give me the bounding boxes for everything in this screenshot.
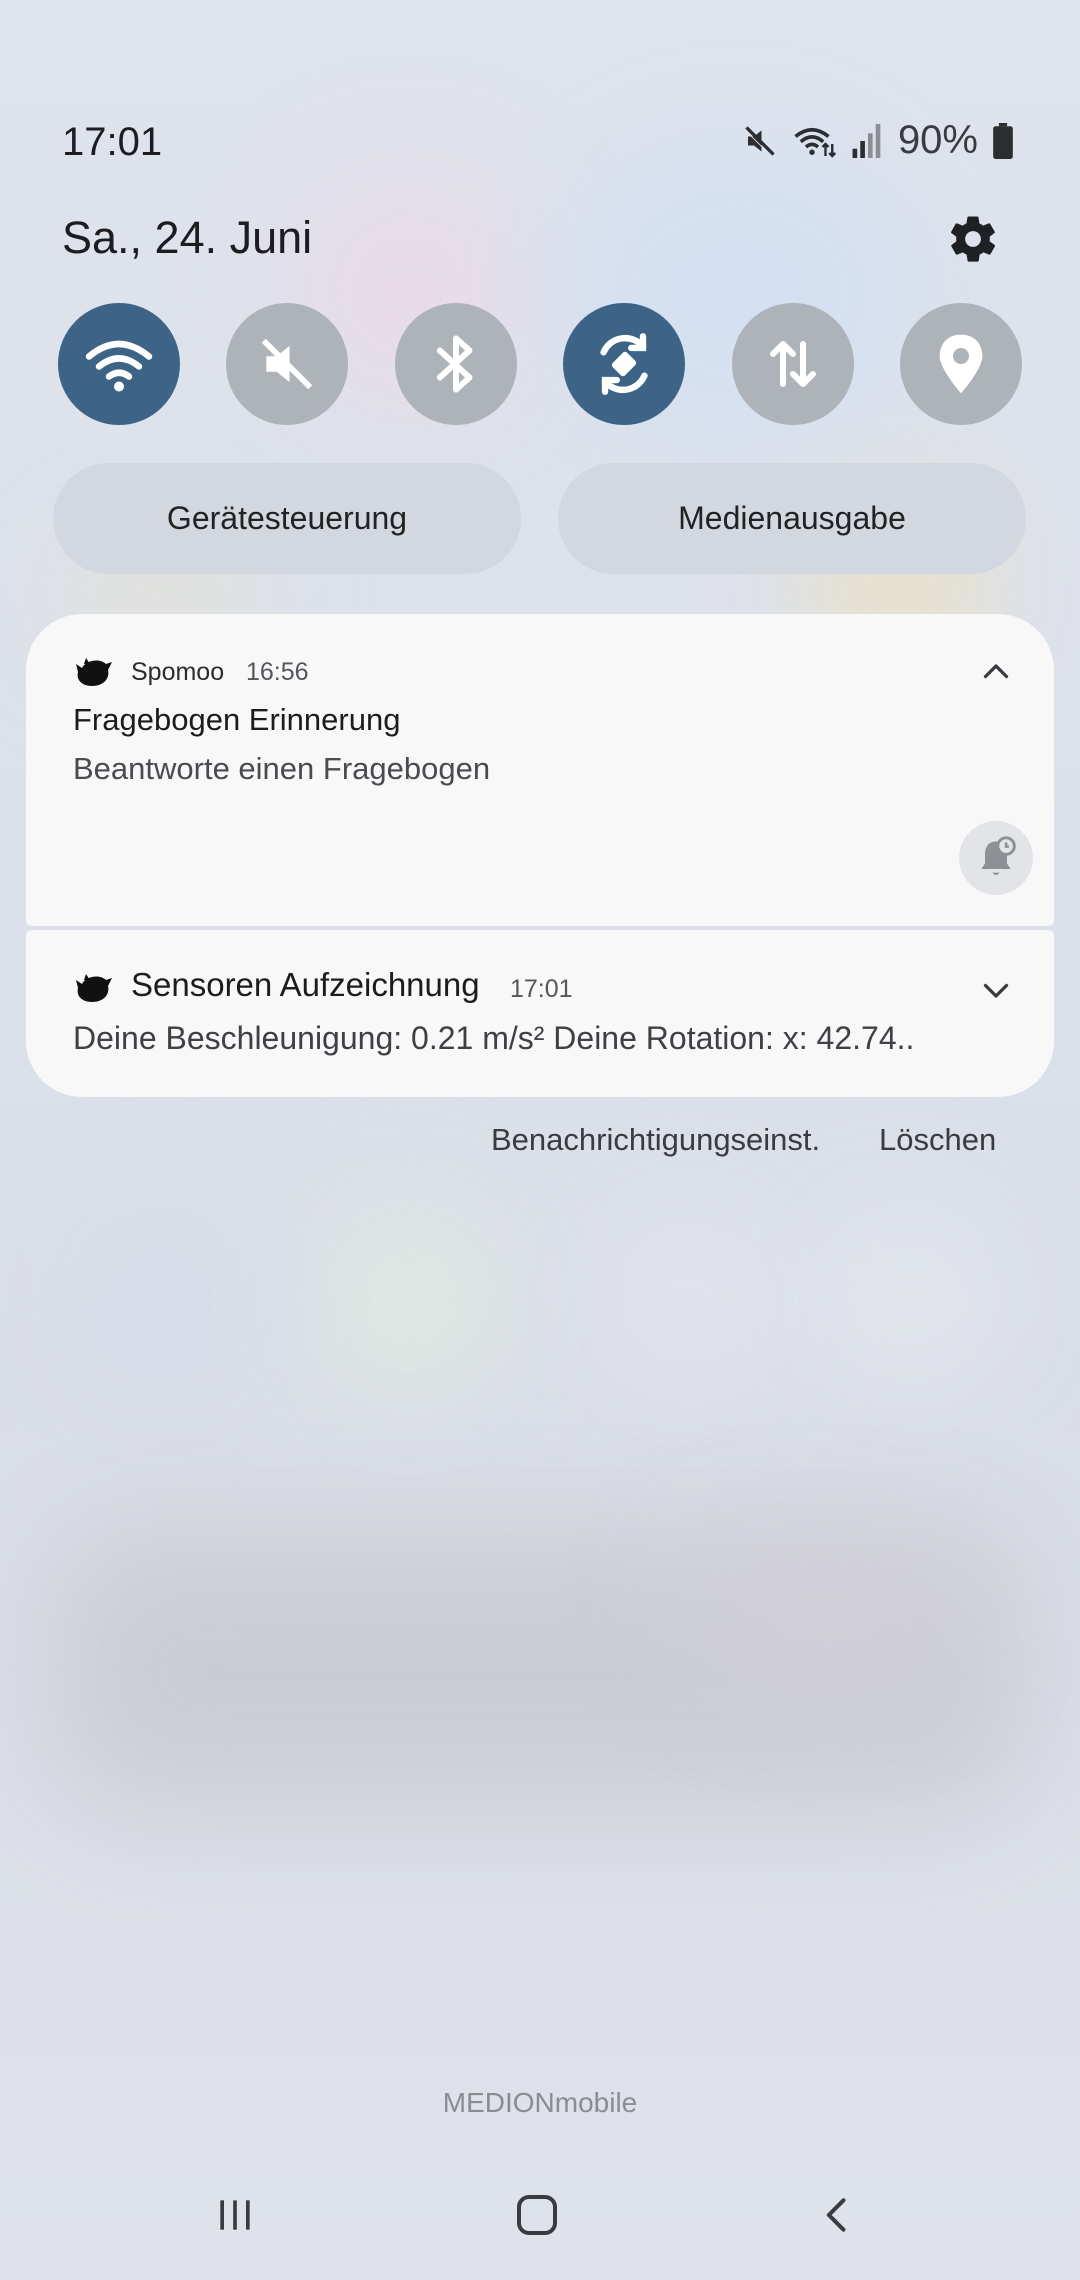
qs-wifi-toggle[interactable] bbox=[58, 303, 180, 425]
notification-time: 16:56 bbox=[246, 658, 309, 686]
notification-title: Sensoren Aufzeichnung bbox=[131, 966, 480, 1003]
qs-mobile-data-toggle[interactable] bbox=[731, 303, 854, 425]
app-logo-icon bbox=[76, 974, 112, 1002]
date-label: Sa., 24. Juni bbox=[62, 212, 313, 263]
data-arrows-icon bbox=[769, 341, 816, 387]
status-bar: 17:01 90% bbox=[0, 110, 1080, 180]
notification-body: Beantworte einen Fragebogen bbox=[73, 751, 491, 786]
notification-title: Fragebogen Erinnerung bbox=[73, 702, 401, 737]
rotate-icon bbox=[600, 333, 648, 395]
carrier-label: MEDIONmobile bbox=[442, 2087, 638, 2118]
status-time: 17:01 bbox=[62, 120, 163, 164]
chevron-up-icon[interactable] bbox=[978, 654, 1014, 690]
mute-icon bbox=[744, 125, 775, 157]
qs-location-toggle[interactable] bbox=[899, 303, 1022, 425]
clear-all-button[interactable]: Löschen bbox=[879, 1122, 996, 1166]
back-icon bbox=[826, 2198, 846, 2232]
wifi-icon bbox=[794, 127, 837, 158]
battery-icon bbox=[993, 122, 1013, 159]
snooze-button[interactable] bbox=[959, 821, 1033, 895]
status-icons: 90% bbox=[742, 118, 1014, 163]
notification-card-spomoo[interactable]: Spomoo 16:56 Fragebogen Erinnerung Beant… bbox=[26, 614, 1054, 926]
location-pin-icon bbox=[939, 334, 983, 394]
notification-card-sensor[interactable]: Sensoren Aufzeichnung 17:01 Deine Beschl… bbox=[26, 930, 1054, 1097]
app-logo-icon bbox=[76, 658, 112, 686]
notification-settings-button[interactable]: Benachrichtigungseinst. bbox=[491, 1122, 820, 1166]
navigation-bar bbox=[0, 2170, 1080, 2260]
battery-percent: 90% bbox=[897, 118, 978, 162]
device-control-button[interactable]: Gerätesteuerung bbox=[53, 463, 521, 574]
signal-icon bbox=[852, 123, 881, 158]
qs-sound-toggle[interactable] bbox=[226, 303, 349, 425]
notification-panel: 17:01 90% Sa., 24. Juni Gerätesteuerung … bbox=[0, 0, 1080, 2280]
notification-app-name: Spomoo bbox=[131, 658, 225, 686]
recents-icon bbox=[220, 2200, 250, 2230]
settings-button[interactable] bbox=[946, 212, 1000, 266]
notification-body: Deine Beschleunigung: 0.21 m/s² Deine Ro… bbox=[73, 1020, 915, 1056]
notification-time: 17:01 bbox=[510, 975, 573, 1003]
bluetooth-icon bbox=[436, 335, 473, 393]
snooze-bell-icon bbox=[981, 836, 1016, 875]
home-icon bbox=[517, 2195, 557, 2235]
quick-settings-row bbox=[58, 303, 1022, 425]
mute-icon bbox=[262, 338, 313, 390]
media-output-button[interactable]: Medienausgabe bbox=[558, 463, 1026, 574]
recents-button[interactable] bbox=[190, 2170, 280, 2260]
chevron-down-icon[interactable] bbox=[978, 972, 1014, 1008]
qs-autorotate-toggle[interactable] bbox=[563, 303, 686, 425]
gear-icon bbox=[951, 216, 996, 262]
home-button[interactable] bbox=[492, 2170, 582, 2260]
wifi-icon bbox=[85, 340, 153, 392]
qs-bluetooth-toggle[interactable] bbox=[394, 303, 517, 425]
back-button[interactable] bbox=[793, 2170, 883, 2260]
